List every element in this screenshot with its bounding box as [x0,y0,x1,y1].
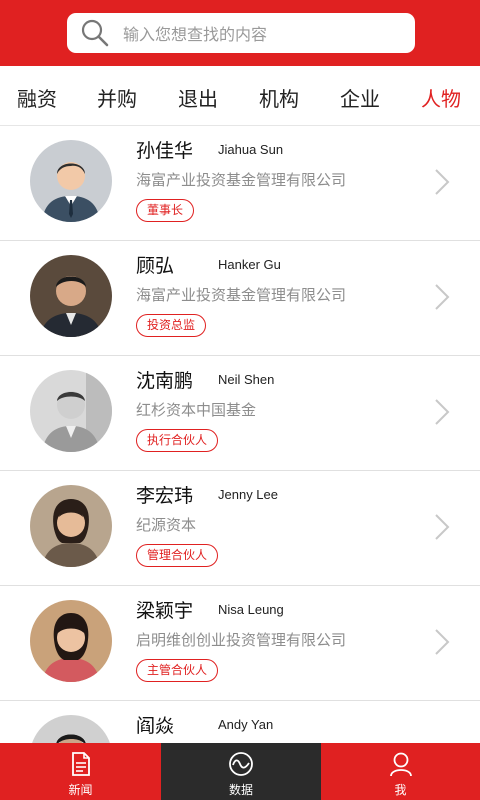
avatar [30,370,112,452]
nav-me-label: 我 [394,783,407,797]
title-badge: 投资总监 [136,314,207,337]
search-box[interactable]: 输入您想查找的内容 [67,13,415,53]
chevron-right-icon [435,284,450,310]
nav-data[interactable]: 数据 [161,743,321,800]
list-item[interactable]: 沈南鹏 Neil Shen 红杉资本中国基金 执行合伙人 [0,356,480,471]
person-name-en: Nisa Leung [218,602,284,617]
person-name-en: Andy Yan [218,717,274,732]
person-name-cn: 阎焱 [136,715,175,737]
search-icon [81,19,109,47]
tab-financing[interactable]: 融资 [7,83,67,112]
avatar [30,140,112,222]
nav-news-label: 新闻 [68,783,93,797]
tab-company[interactable]: 企业 [330,83,390,112]
avatar [30,600,112,682]
person-company: 海富产业投资基金管理有限公司 [136,171,347,189]
person-name-cn: 孙佳华 [136,140,194,162]
people-list: 孙佳华 Jiahua Sun 海富产业投资基金管理有限公司 董事长 顾弘 Han… [0,126,480,743]
avatar [30,255,112,337]
tab-exit[interactable]: 退出 [168,83,228,112]
nav-me[interactable]: 我 [321,743,480,800]
title-badge: 管理合伙人 [136,544,219,567]
person-name-cn: 顾弘 [136,255,175,277]
list-item[interactable]: 孙佳华 Jiahua Sun 海富产业投资基金管理有限公司 董事长 [0,126,480,241]
list-item[interactable]: 李宏玮 Jenny Lee 纪源资本 管理合伙人 [0,471,480,586]
tab-institution[interactable]: 机构 [249,83,309,112]
list-item[interactable]: 顾弘 Hanker Gu 海富产业投资基金管理有限公司 投资总监 [0,241,480,356]
bottom-navigation: 新闻 数据 我 [0,743,480,800]
title-badge: 主管合伙人 [136,659,219,682]
nav-news[interactable]: 新闻 [0,743,161,800]
top-bar: 输入您想查找的内容 [0,0,480,66]
title-badge: 董事长 [136,199,195,222]
list-item[interactable]: 梁颖宇 Nisa Leung 启明维创创业投资管理有限公司 主管合伙人 [0,586,480,701]
person-company: 纪源资本 [136,516,197,534]
chevron-right-icon [435,629,450,655]
person-company: 海富产业投资基金管理有限公司 [136,286,347,304]
tab-people[interactable]: 人物 [411,83,471,112]
nav-data-label: 数据 [228,783,253,797]
person-name-cn: 沈南鹏 [136,370,194,392]
person-name-en: Jenny Lee [218,487,278,502]
news-icon [71,752,90,776]
category-tabs: 融资 并购 退出 机构 企业 人物 [0,66,480,126]
person-icon [389,752,412,777]
person-company: 红杉资本中国基金 [136,401,257,419]
person-name-cn: 李宏玮 [136,485,194,507]
data-icon [229,752,253,776]
list-item[interactable]: 阎焱 Andy Yan [0,701,480,743]
avatar [30,485,112,567]
person-company: 启明维创创业投资管理有限公司 [136,631,347,649]
person-name-en: Jiahua Sun [218,142,284,157]
title-badge: 执行合伙人 [136,429,219,452]
tab-merger[interactable]: 并购 [87,83,147,112]
chevron-right-icon [435,399,450,425]
person-name-cn: 梁颖宇 [136,600,194,622]
chevron-right-icon [435,169,450,195]
avatar [30,715,112,743]
person-name-en: Neil Shen [218,372,275,387]
chevron-right-icon [435,514,450,540]
search-placeholder: 输入您想查找的内容 [123,25,268,44]
person-name-en: Hanker Gu [218,257,281,272]
